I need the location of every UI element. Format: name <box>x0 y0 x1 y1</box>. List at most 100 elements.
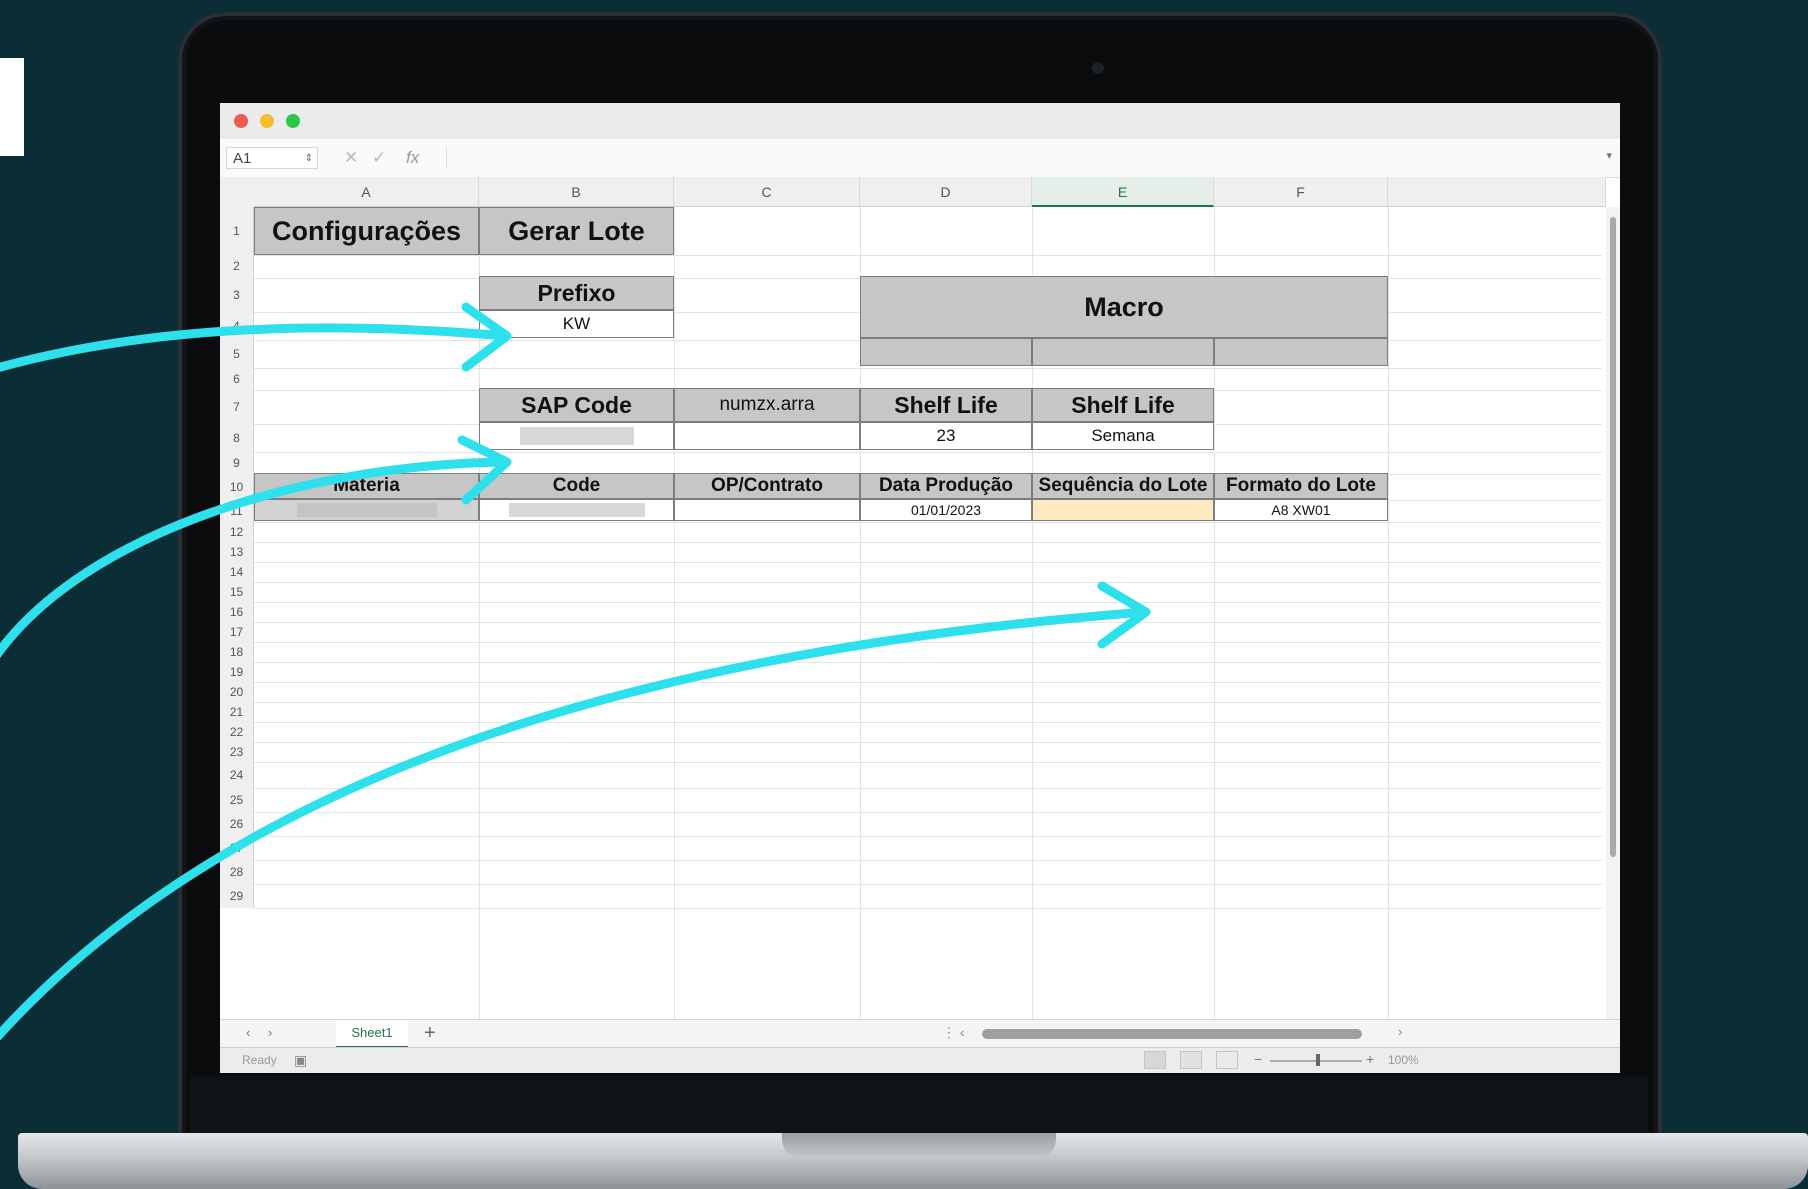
row-header[interactable]: 18 <box>220 642 254 662</box>
row-header[interactable]: 4 <box>220 312 254 340</box>
vertical-scrollbar[interactable] <box>1606 207 1620 1019</box>
sheet-tab[interactable]: Sheet1 <box>336 1020 408 1048</box>
row-header[interactable]: 1 <box>220 207 254 255</box>
cell-formato-do-lote-value[interactable]: A8 XW01 <box>1214 499 1388 521</box>
row-header[interactable]: 23 <box>220 742 254 762</box>
cell-sap-code-value[interactable] <box>479 422 674 450</box>
cell-shelf-life-value[interactable]: 23 <box>860 422 1032 450</box>
name-box-stepper-icon[interactable]: ⇕ <box>305 148 313 170</box>
cell-code-value[interactable] <box>479 499 674 521</box>
column-header-f[interactable]: F <box>1214 177 1388 207</box>
column-header-b[interactable]: B <box>479 177 674 207</box>
row-gridline <box>254 622 1602 623</box>
row-header[interactable]: 17 <box>220 622 254 642</box>
minimize-window-button[interactable] <box>260 114 274 128</box>
row-header[interactable]: 14 <box>220 562 254 582</box>
row-header[interactable]: 11 <box>220 500 254 522</box>
scroll-left-icon[interactable]: ⋮ ‹ <box>942 1024 965 1041</box>
row-header[interactable]: 25 <box>220 788 254 812</box>
chevron-down-icon[interactable]: ▾ <box>1606 149 1612 162</box>
next-sheet-icon[interactable]: › <box>268 1025 272 1040</box>
page-break-view-button[interactable] <box>1216 1051 1238 1069</box>
row-header[interactable]: 6 <box>220 368 254 390</box>
cell-macro-sub-d[interactable] <box>860 338 1032 366</box>
close-window-button[interactable] <box>234 114 248 128</box>
page-layout-view-button[interactable] <box>1180 1051 1202 1069</box>
cell-macro[interactable]: Macro <box>860 276 1388 338</box>
column-header-e[interactable]: E <box>1032 177 1214 207</box>
enter-icon[interactable]: ✓ <box>372 148 386 168</box>
row-header[interactable]: 9 <box>220 452 254 474</box>
cell-prefixo-value[interactable]: KW <box>479 310 674 338</box>
row-header[interactable]: 5 <box>220 340 254 368</box>
cell-shelf-life-unit[interactable]: Semana <box>1032 422 1214 450</box>
zoom-level: 100% <box>1388 1053 1419 1067</box>
cell-configuracoes[interactable]: Configurações <box>254 207 479 255</box>
column-header-c[interactable]: C <box>674 177 860 207</box>
horizontal-scrollbar[interactable] <box>982 1029 1362 1039</box>
cell-shelf-life-label[interactable]: Shelf Life <box>860 388 1032 422</box>
row-header[interactable]: 22 <box>220 722 254 742</box>
cell-sap-code-label[interactable]: SAP Code <box>479 388 674 422</box>
cell-shelf-life-unit-label[interactable]: Shelf Life <box>1032 388 1214 422</box>
row-gridline <box>254 602 1602 603</box>
row-gridline <box>254 452 1602 453</box>
row-header[interactable]: 7 <box>220 390 254 424</box>
column-header-a[interactable]: A <box>254 177 479 207</box>
header-op-contrato[interactable]: OP/Contrato <box>674 473 860 499</box>
row-gridline <box>254 788 1602 789</box>
cell-macro-sub-f[interactable] <box>1214 338 1388 366</box>
header-sequencia-do-lote[interactable]: Sequência do Lote <box>1032 473 1214 499</box>
cell-prefixo-label[interactable]: Prefixo <box>479 276 674 310</box>
row-gridline <box>254 542 1602 543</box>
row-header[interactable]: 19 <box>220 662 254 682</box>
row-gridline <box>254 642 1602 643</box>
row-header[interactable]: 12 <box>220 522 254 542</box>
cancel-icon[interactable]: ✕ <box>344 148 358 168</box>
row-header[interactable]: 21 <box>220 702 254 722</box>
name-box[interactable]: A1 ⇕ <box>226 147 318 169</box>
header-formato-do-lote[interactable]: Formato do Lote <box>1214 473 1388 499</box>
row-header[interactable]: 3 <box>220 278 254 312</box>
header-materia[interactable]: Materia <box>254 473 479 499</box>
cell-op-contrato-value[interactable] <box>674 499 860 521</box>
row-header[interactable]: 15 <box>220 582 254 602</box>
column-header-empty <box>1388 177 1606 207</box>
scroll-right-icon[interactable]: › <box>1398 1024 1402 1039</box>
cell-macro-sub-e[interactable] <box>1032 338 1214 366</box>
row-header[interactable]: 10 <box>220 474 254 500</box>
row-header[interactable]: 28 <box>220 860 254 884</box>
zoom-out-icon[interactable]: − <box>1254 1051 1262 1067</box>
function-icon[interactable]: fx <box>406 148 419 168</box>
row-header[interactable]: 26 <box>220 812 254 836</box>
row-header[interactable]: 16 <box>220 602 254 622</box>
row-header[interactable]: 2 <box>220 255 254 278</box>
previous-sheet-icon[interactable]: ‹ <box>246 1025 250 1040</box>
cell-c8-value[interactable] <box>674 422 860 450</box>
row-gridline <box>254 908 1602 909</box>
add-sheet-icon[interactable]: + <box>424 1022 436 1045</box>
macro-record-icon[interactable]: ▣ <box>294 1052 307 1069</box>
row-header[interactable]: 13 <box>220 542 254 562</box>
cell-gerar-lote[interactable]: Gerar Lote <box>479 207 674 255</box>
select-all-corner[interactable] <box>220 177 255 208</box>
column-header-d[interactable]: D <box>860 177 1032 207</box>
vertical-scroll-thumb[interactable] <box>1610 217 1616 857</box>
normal-view-button[interactable] <box>1144 1051 1166 1069</box>
row-header[interactable]: 24 <box>220 762 254 788</box>
cell-data-producao-value[interactable]: 01/01/2023 <box>860 499 1032 521</box>
zoom-in-icon[interactable]: + <box>1366 1051 1374 1067</box>
cell-c7-label[interactable]: numzx.arra <box>674 388 860 422</box>
cell-sequencia-selected[interactable] <box>1032 499 1214 521</box>
zoom-slider-thumb[interactable] <box>1316 1054 1320 1066</box>
formula-input[interactable] <box>446 147 1597 169</box>
row-gridline <box>254 742 1602 743</box>
header-data-producao[interactable]: Data Produção <box>860 473 1032 499</box>
zoom-window-button[interactable] <box>286 114 300 128</box>
row-header[interactable]: 20 <box>220 682 254 702</box>
row-header[interactable]: 29 <box>220 884 254 908</box>
row-header[interactable]: 27 <box>220 836 254 860</box>
row-header[interactable]: 8 <box>220 424 254 452</box>
header-code[interactable]: Code <box>479 473 674 499</box>
cell-materia-value[interactable] <box>254 499 479 521</box>
